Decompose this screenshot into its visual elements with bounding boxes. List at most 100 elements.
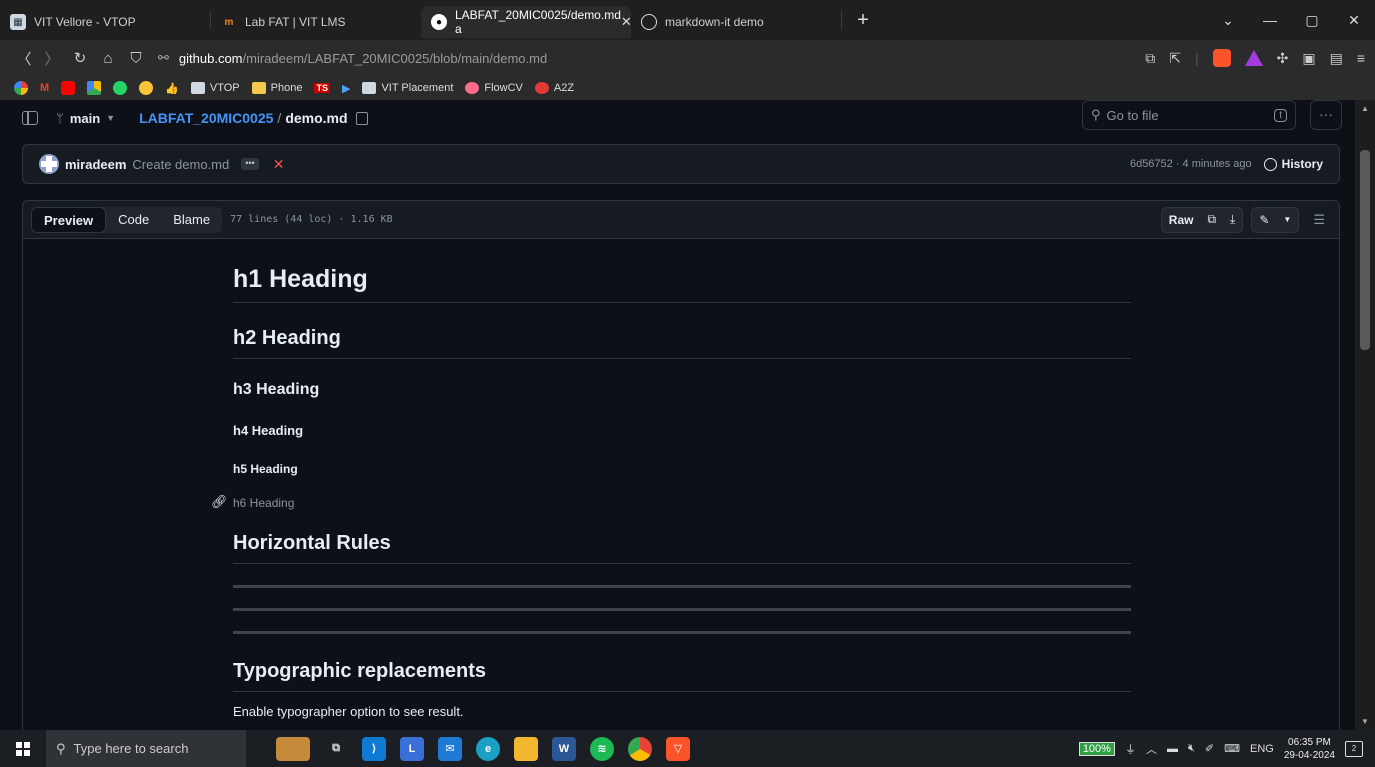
taskbar-search[interactable]: ⚲ Type here to search	[46, 730, 246, 767]
url-field[interactable]: ⚯ github.com/miradeem/LABFAT_20MIC0025/b…	[158, 50, 547, 66]
keyboard-icon[interactable]: ⌨	[1224, 742, 1240, 755]
notification-center-icon[interactable]: 2	[1345, 740, 1363, 757]
start-button[interactable]	[0, 741, 46, 756]
tab-separator	[841, 11, 842, 29]
menu-icon[interactable]: ≡	[1357, 50, 1365, 66]
edit-dropdown-icon[interactable]: ▼	[1276, 215, 1298, 224]
commit-sha-time[interactable]: 6d56752 · 4 minutes ago	[1130, 158, 1252, 170]
bookmark-vit-placement[interactable]: VIT Placement	[362, 82, 453, 94]
file-info: 77 lines (44 loc) · 1.16 KB	[230, 214, 393, 225]
heading-typographic-replacements: Typographic replacements	[233, 660, 1131, 692]
copy-raw-icon[interactable]: ⧉	[1200, 212, 1223, 227]
minimize-button[interactable]: —	[1249, 12, 1291, 28]
bookmark-ts[interactable]: TS	[314, 83, 330, 93]
avatar[interactable]	[39, 154, 59, 174]
heading-h3: h3 Heading	[233, 381, 320, 398]
spotify-icon[interactable]: ≋	[590, 736, 614, 761]
link-anchor-icon[interactable]: 🔗︎	[211, 494, 228, 510]
bookmark-vtop[interactable]: VTOP	[190, 82, 240, 94]
tab-code[interactable]: Code	[106, 207, 161, 233]
scrollbar-thumb[interactable]	[1360, 150, 1370, 350]
page-scrollbar[interactable]: ▲ ▼	[1355, 100, 1375, 730]
tab-vtop[interactable]: ▦ VIT Vellore - VTOP	[0, 6, 210, 38]
tab-markdown-it[interactable]: markdown-it demo	[631, 6, 841, 38]
emoji-icon[interactable]	[139, 81, 154, 95]
bookmark-icon[interactable]: ⛉	[122, 50, 150, 67]
heading-h4: h4 Heading	[233, 423, 304, 438]
file-header: Preview Code Blame 77 lines (44 loc) · 1…	[23, 201, 1339, 239]
language-indicator[interactable]: ENG	[1250, 743, 1274, 755]
edit-pencil-icon[interactable]: ✎	[1252, 213, 1276, 227]
brave-rewards-icon[interactable]	[1244, 50, 1263, 66]
mail-icon[interactable]: ✉	[438, 736, 462, 761]
scroll-up-icon[interactable]: ▲	[1360, 104, 1370, 113]
task-view-icon[interactable]: ⧉	[324, 737, 348, 761]
download-icon[interactable]: ⤓	[1223, 212, 1242, 227]
forward-icon[interactable]: 〉	[38, 48, 66, 69]
whatsapp-icon[interactable]	[113, 81, 128, 95]
share-icon[interactable]: ⇱	[1169, 50, 1181, 67]
moodle-icon: m	[224, 16, 234, 28]
brave-shields-icon[interactable]	[1212, 49, 1231, 67]
sidebar-icon[interactable]: ▣	[1302, 50, 1315, 67]
word-icon[interactable]: W	[552, 736, 576, 761]
wallet-icon[interactable]: ▤	[1330, 50, 1343, 67]
battery-indicator[interactable]: 100%	[1078, 741, 1115, 756]
site-settings-icon[interactable]: ⚯	[158, 50, 169, 66]
tab-lms[interactable]: m Lab FAT | VIT LMS	[211, 6, 421, 38]
cast-icon[interactable]: ⧉	[1145, 50, 1155, 67]
play-icon[interactable]: ▶	[342, 82, 350, 95]
google-icon[interactable]	[14, 81, 28, 95]
check-failed-icon[interactable]: ✕	[273, 156, 285, 173]
commit-message[interactable]: Create demo.md	[132, 157, 229, 172]
horizontal-rule	[233, 631, 1131, 634]
youtube-icon[interactable]	[61, 81, 76, 95]
github-page: ᛘ main ▼ LABFAT_20MIC0025 / demo.md ⚲ Go…	[0, 100, 1355, 740]
home-icon[interactable]: ⌂	[94, 50, 122, 67]
brave-icon[interactable]: ▽	[666, 736, 690, 761]
tab-search-chevron-icon[interactable]: ⌄	[1207, 12, 1249, 29]
edge-icon[interactable]: e	[476, 736, 500, 761]
raw-button[interactable]: Raw	[1162, 213, 1201, 227]
more-options-button[interactable]: ···	[1310, 100, 1342, 130]
tab-title: markdown-it demo	[665, 15, 764, 29]
breadcrumb-repo-link[interactable]: LABFAT_20MIC0025	[139, 110, 273, 126]
vtop-icon	[362, 82, 377, 94]
clock[interactable]: 06:35 PM 29-04-2024	[1284, 736, 1335, 762]
branch-selector[interactable]: ᛘ main ▼	[56, 111, 115, 126]
tray-chevron-icon[interactable]: ︿	[1146, 741, 1157, 757]
file-explorer-icon[interactable]	[514, 736, 538, 761]
new-tab-button[interactable]: +	[848, 9, 878, 32]
close-window-button[interactable]: ✕	[1333, 12, 1375, 29]
maximize-button[interactable]: ▢	[1291, 12, 1333, 29]
history-button[interactable]: History	[1263, 157, 1323, 171]
back-icon[interactable]: 〈	[10, 48, 38, 69]
side-panel-icon[interactable]	[22, 111, 38, 125]
expand-commit-button[interactable]: •••	[241, 158, 259, 170]
commit-author[interactable]: miradeem	[65, 157, 126, 172]
tab-blame[interactable]: Blame	[161, 207, 222, 233]
bookmark-flowcv[interactable]: FlowCV	[465, 82, 523, 94]
thumbs-up-icon[interactable]: 👍	[165, 82, 179, 95]
gmail-icon[interactable]: M	[40, 82, 49, 94]
vscode-icon[interactable]: ⟩	[362, 736, 386, 761]
github-icon: ●	[431, 14, 447, 30]
copy-path-icon[interactable]	[355, 111, 368, 125]
drive-icon[interactable]	[87, 81, 102, 95]
pen-icon[interactable]: ✐	[1205, 742, 1214, 755]
folder-icon	[251, 82, 266, 94]
outline-list-icon[interactable]: ☰	[1307, 212, 1331, 228]
extensions-icon[interactable]: ✣	[1277, 50, 1289, 67]
chrome-icon[interactable]	[628, 736, 652, 761]
bookmark-a2z[interactable]: A2Z	[534, 82, 574, 94]
go-to-file-input[interactable]: ⚲ Go to file t	[1082, 100, 1296, 130]
lms-app-icon[interactable]: L	[400, 736, 424, 761]
scroll-down-icon[interactable]: ▼	[1360, 717, 1370, 726]
news-widget-icon[interactable]	[276, 736, 310, 761]
reload-icon[interactable]: ↻	[66, 49, 94, 67]
network-icon[interactable]: ▬	[1167, 743, 1178, 755]
tab-preview[interactable]: Preview	[31, 206, 107, 233]
bookmark-phone[interactable]: Phone	[251, 82, 302, 94]
volume-muted-icon[interactable]: 🔇︎	[1188, 742, 1195, 755]
tab-github-demo[interactable]: ● LABFAT_20MIC0025/demo.md a ✕	[421, 6, 632, 38]
